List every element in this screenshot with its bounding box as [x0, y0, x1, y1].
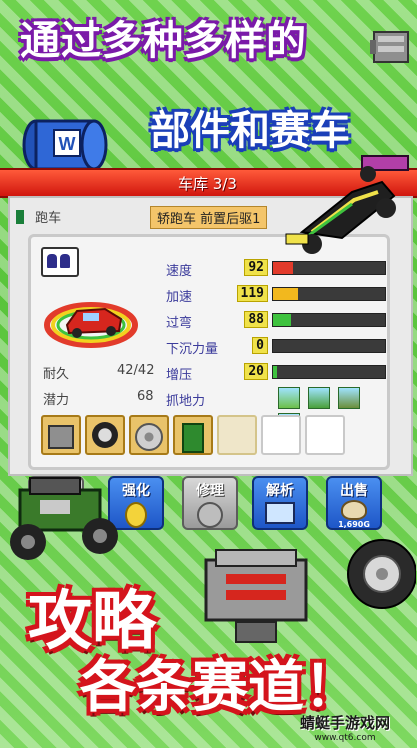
- brake-disc-icon: [135, 423, 163, 451]
- buggy-car-icon: [0, 470, 130, 584]
- stat-row-boost: 增压 20: [166, 361, 388, 387]
- stat-name: 加速: [166, 290, 193, 305]
- stat-name: 下沉力量: [166, 342, 219, 357]
- stat-value: 20: [244, 363, 268, 380]
- class-marker-icon: [16, 209, 24, 224]
- tire-icon: [92, 422, 118, 448]
- part-slot-engine[interactable]: [41, 415, 81, 455]
- repair-button[interactable]: 修理: [182, 476, 238, 530]
- v8-engine-icon: [196, 540, 326, 654]
- sell-label: 出售: [340, 483, 368, 499]
- tire-icon: [344, 534, 417, 618]
- watermark: 蜻蜓手游戏网 www.qt6.com: [300, 712, 390, 743]
- formula-racecar-icon: [282, 152, 412, 266]
- car-class-label: 跑车: [35, 211, 62, 226]
- part-slot-empty-3[interactable]: [305, 415, 345, 455]
- potential-value: 68: [137, 389, 154, 404]
- stat-name: 过弯: [166, 316, 193, 331]
- stat-value: 92: [244, 259, 268, 276]
- part-slot-brake[interactable]: [129, 415, 169, 455]
- stats-list: 速度 92 加速 119 过弯 88 下沉力量 0 增压 20 抓地力: [166, 257, 388, 435]
- stat-value: 119: [236, 285, 268, 302]
- part-slot-empty-1[interactable]: [217, 415, 257, 455]
- car-type-label: 轿跑车 前置后驱1: [157, 212, 261, 227]
- part-slot-empty-2[interactable]: [261, 415, 301, 455]
- stat-row-cornering: 过弯 88: [166, 309, 388, 335]
- analyze-button[interactable]: 解析: [252, 476, 308, 530]
- stat-name: 增压: [166, 368, 193, 383]
- analyze-label: 解析: [266, 483, 294, 499]
- repair-label: 修理: [196, 483, 224, 499]
- stat-row-grip: 抓地力: [166, 387, 388, 435]
- part-slot-oil[interactable]: [173, 415, 213, 455]
- stats-panel: 耐久 42/42 潜力 68 速度 92 加速 119 过弯 88 下沉力量 0…: [28, 234, 390, 470]
- terrain-mountain-icon: [338, 387, 361, 409]
- engine-part-icon: [370, 24, 414, 74]
- money-bag-icon: [341, 500, 367, 520]
- sell-price: 1,690G: [338, 520, 370, 529]
- car-class-row: 跑车: [16, 206, 61, 226]
- terrain-road-icon: [278, 387, 300, 409]
- car-image: [43, 291, 143, 355]
- watermark-url: www.qt6.com: [314, 733, 376, 743]
- parts-slots: [41, 415, 345, 455]
- car-type-badge: 轿跑车 前置后驱1: [150, 206, 268, 229]
- stat-name: 抓地力: [166, 394, 206, 409]
- wrench-icon: [197, 502, 223, 528]
- helmet-pair-icon: [41, 247, 79, 277]
- sell-button[interactable]: 出售 1,690G: [326, 476, 382, 530]
- garage-title: 车库 3/3: [178, 175, 237, 193]
- stat-row-downforce: 下沉力量 0: [166, 335, 388, 361]
- potential-label: 潜力: [43, 393, 70, 408]
- part-slot-tire[interactable]: [85, 415, 125, 455]
- stat-value: 0: [252, 337, 268, 354]
- engine-part-icon: [48, 425, 74, 449]
- durability-value: 42/42: [117, 363, 155, 378]
- promo-headline-top: 通过多种多样的: [20, 18, 307, 64]
- watermark-title: 蜻蜓手游戏网: [300, 714, 391, 732]
- svg-text:W: W: [59, 134, 76, 154]
- stat-bar: [272, 287, 386, 301]
- durability-label: 耐久: [43, 367, 70, 382]
- stat-value: 88: [244, 311, 268, 328]
- stat-row-acceleration: 加速 119: [166, 283, 388, 309]
- stat-bar: [272, 313, 386, 327]
- promo-headline-bottom-2: 各条赛道！: [80, 655, 360, 720]
- stat-bar: [272, 339, 386, 353]
- monitor-icon: [265, 502, 295, 524]
- stat-bar: [272, 365, 386, 379]
- terrain-hill-icon: [308, 387, 331, 409]
- promo-headline-mid: 部件和赛车: [150, 108, 350, 154]
- oil-can-icon: [182, 423, 204, 453]
- stat-name: 速度: [166, 264, 193, 279]
